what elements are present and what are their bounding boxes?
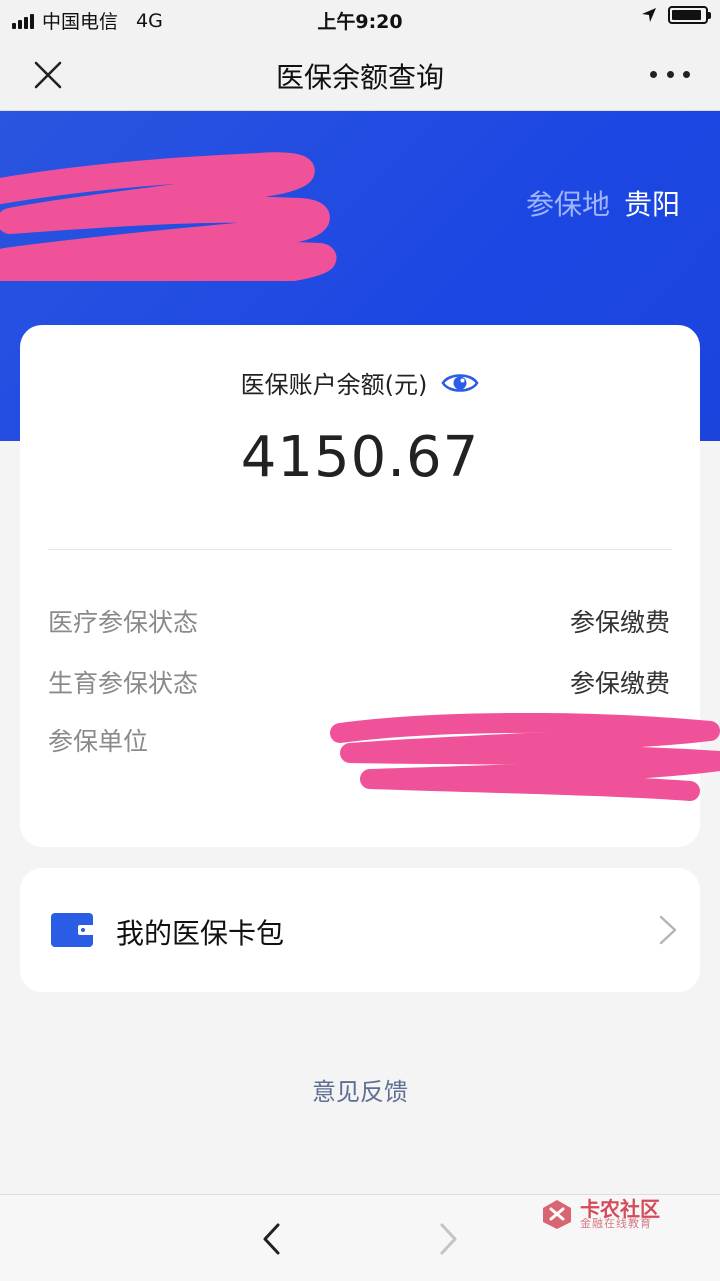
feedback-link[interactable]: 意见反馈 (0, 1072, 720, 1107)
balance-title: 医保账户余额(元) (240, 371, 428, 399)
status-bar: 中国电信 4G 上午9:20 (0, 0, 720, 38)
info-value: 参保缴费 (569, 608, 670, 637)
balance-amount: 4150.67 (240, 425, 480, 490)
info-row-medical: 医疗参保状态 参保缴费 (48, 603, 670, 639)
watermark-logo-icon (543, 1200, 571, 1229)
balance-card: 医保账户余额(元) 4150.67 医疗参保状态 参保缴费 生育参保状态 参保缴… (20, 325, 720, 847)
watermark: 卡农社区 金融在线教育 (540, 1195, 720, 1235)
info-label: 生育参保状态 (48, 669, 199, 698)
location-arrow-icon (642, 8, 656, 22)
chevron-right-icon (659, 915, 677, 945)
status-time: 上午9:20 (317, 11, 403, 33)
watermark-subtitle: 金融在线教育 (580, 1217, 652, 1230)
divider (48, 549, 672, 550)
balance-title-row: 医保账户余额(元) (20, 365, 700, 400)
forward-icon[interactable] (434, 1221, 462, 1257)
status-right (640, 6, 711, 24)
eye-icon[interactable] (441, 370, 479, 396)
battery-icon (668, 6, 711, 24)
redaction-scribble (330, 713, 720, 801)
more-icon[interactable] (650, 58, 690, 90)
wallet-icon (51, 913, 94, 947)
insured-place: 参保地 贵阳 (526, 183, 680, 223)
medical-card-wallet[interactable]: 我的医保卡包 (20, 868, 700, 992)
insured-place-label: 参保地 (525, 188, 610, 221)
insured-place-value: 贵阳 (623, 188, 680, 221)
info-row-maternity: 生育参保状态 参保缴费 (48, 664, 670, 700)
redaction-scribble (0, 152, 337, 281)
back-icon[interactable] (258, 1221, 286, 1257)
info-label: 医疗参保状态 (48, 608, 199, 637)
info-value: 参保缴费 (569, 669, 670, 698)
page-title: 医保余额查询 (275, 61, 444, 94)
nav-bar: 医保余额查询 (0, 38, 720, 111)
wallet-label: 我的医保卡包 (116, 917, 285, 950)
info-label: 参保单位 (48, 727, 149, 756)
browser-toolbar: 卡农社区 金融在线教育 (0, 1194, 720, 1281)
